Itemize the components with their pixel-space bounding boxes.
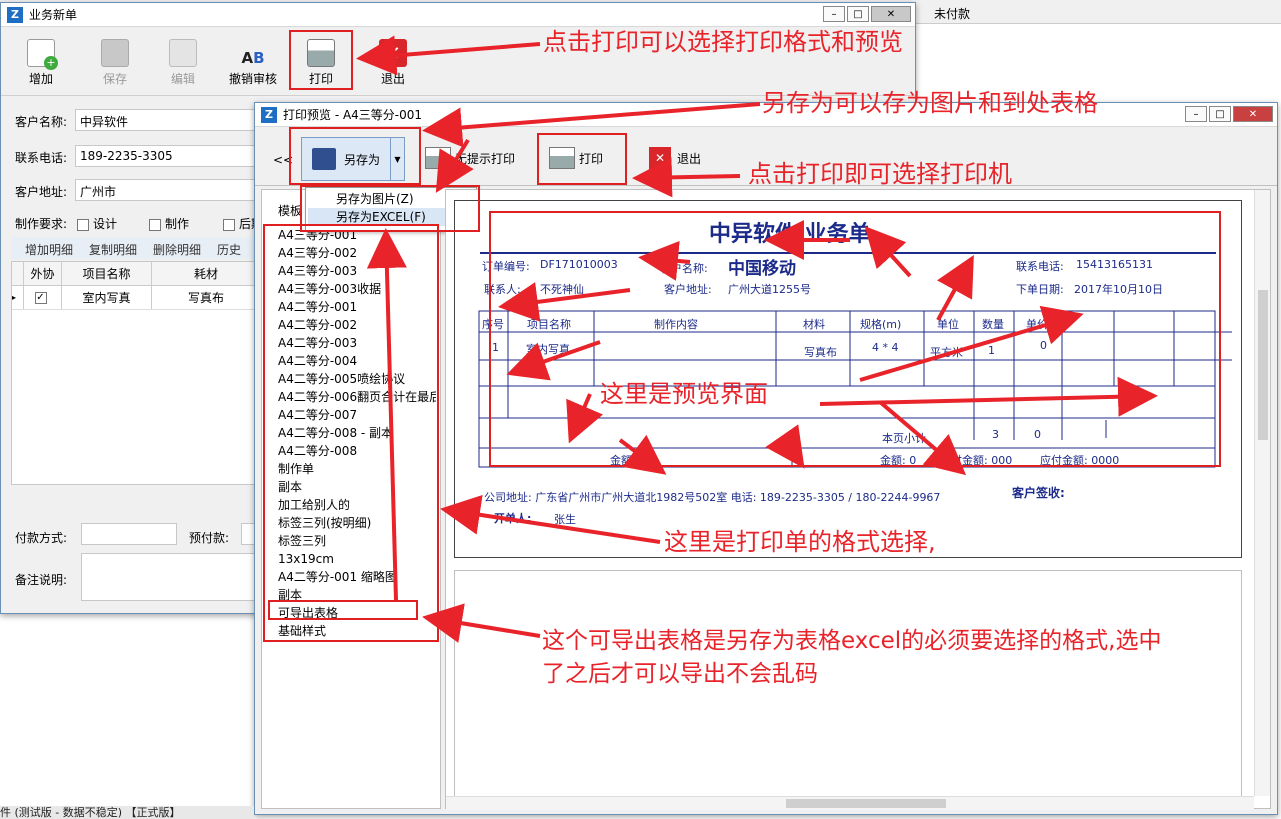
design-checkbox[interactable]: 设计 [77, 215, 117, 232]
highlight-save-as [289, 127, 421, 185]
table-row[interactable]: ▸ ✓ 室内写真 写真布 [12, 286, 260, 310]
main-titlebar: Z 业务新单 – □ ✕ [1, 3, 915, 27]
make-checkbox[interactable]: 制作 [149, 215, 189, 232]
customer-signature: 客户签收: [1012, 486, 1065, 500]
template-label: 模板 [278, 204, 303, 218]
tab-delete-detail[interactable]: 删除明细 [153, 241, 201, 257]
make-checkbox-label: 制作 [165, 217, 190, 231]
highlight-exportable-template [268, 600, 418, 620]
col-outsource[interactable]: 外协 [24, 262, 62, 285]
silent-printer-icon [425, 147, 451, 169]
phone-input[interactable]: 189-2235-3305 [75, 145, 265, 167]
preview-minimize-button[interactable]: – [1185, 106, 1207, 122]
col-item-name[interactable]: 项目名称 [62, 262, 152, 285]
revoke-review-button[interactable]: AB 撤销审核 [229, 39, 277, 87]
exit-button-label: 退出 [380, 72, 405, 86]
minimize-button[interactable]: – [823, 6, 845, 22]
payment-input[interactable] [81, 523, 177, 545]
highlight-print-button [289, 30, 353, 90]
design-checkbox-label: 设计 [93, 217, 118, 231]
customer-name-input[interactable]: 中异软件 [75, 109, 265, 131]
status-bar: 件 (测试版 - 数据不稳定) 【正式版】 [0, 806, 254, 819]
col-material[interactable]: 耗材 [152, 262, 260, 285]
exit-button[interactable]: ✕ 退出 [379, 39, 407, 87]
annotation-preview-hint: 这里是预览界面 [600, 380, 768, 408]
revoke-button-label: 撤销审核 [229, 72, 278, 86]
add-document-icon: + [27, 39, 58, 70]
make-check-icon [149, 218, 161, 231]
close-button[interactable]: ✕ [871, 6, 911, 22]
silent-print-label: 无提示打印 [455, 151, 516, 166]
preview-exit-icon: ✕ [649, 147, 671, 169]
design-check-icon [77, 218, 89, 231]
highlight-preview-content [489, 211, 1221, 467]
save-disk-icon [101, 39, 129, 67]
customer-name-label: 客户名称: [15, 115, 68, 129]
ab-review-icon: AB [241, 49, 265, 67]
requirement-label: 制作要求: [15, 217, 68, 231]
outsource-check-icon[interactable]: ✓ [34, 291, 47, 304]
highlight-template-list [263, 224, 439, 642]
address-input[interactable]: 广州市 [75, 179, 265, 201]
address-label: 客户地址: [15, 185, 68, 199]
annotation-excel-hint-line2: 了之后才可以导出不会乱码 [542, 661, 818, 687]
preview-window-title: 打印预览 - A4三等分-001 [283, 108, 423, 122]
edit-button-label: 编辑 [170, 72, 195, 86]
post-check-icon [223, 218, 235, 231]
payment-label: 付款方式: [15, 531, 68, 545]
save-button-label: 保存 [102, 72, 127, 86]
add-button-label: 增加 [28, 72, 53, 86]
highlight-preview-print [537, 133, 627, 185]
tab-history[interactable]: 历史 [217, 241, 241, 257]
h-scroll-thumb[interactable] [786, 799, 946, 808]
app-logo-icon: Z [7, 6, 23, 23]
save-button[interactable]: 保存 [101, 39, 129, 87]
silent-print-button[interactable]: 无提示打印 [425, 147, 515, 169]
vertical-scrollbar[interactable] [1254, 190, 1270, 796]
cell-item: 室内写真 [62, 286, 152, 309]
note-input[interactable] [81, 553, 261, 601]
detail-tab-bar: 增加明细 复制明细 删除明细 历史 [11, 237, 261, 259]
prepay-label: 预付款: [189, 531, 230, 545]
phone-label: 联系电话: [15, 151, 68, 165]
maker: 张生 [554, 513, 576, 526]
annotation-print-hint: 点击打印可以选择打印格式和预览 [543, 28, 903, 56]
preview-logo-icon: Z [261, 106, 277, 123]
maker-label: 开单人: [494, 512, 532, 525]
preview-close-button[interactable]: ✕ [1233, 106, 1273, 122]
annotation-format-hint: 这里是打印单的格式选择, [664, 528, 936, 556]
scroll-thumb[interactable] [1258, 290, 1268, 440]
annotation-printer-hint: 点击打印即可选择打印机 [748, 160, 1012, 188]
edit-pencil-icon [169, 39, 197, 67]
preview-maximize-button[interactable]: □ [1209, 106, 1231, 122]
exit-x-icon: ✕ [379, 39, 407, 67]
cell-material: 写真布 [187, 291, 224, 305]
annotation-excel-hint-line1: 这个可导出表格是另存为表格excel的必须要选择的格式,选中 [542, 628, 1162, 654]
main-window-title: 业务新单 [29, 8, 78, 22]
tab-copy-detail[interactable]: 复制明细 [89, 241, 137, 257]
detail-grid: 外协 项目名称 耗材 ▸ ✓ 室内写真 写真布 [11, 261, 261, 485]
maximize-button[interactable]: □ [847, 6, 869, 22]
annotation-save-as-hint: 另存为可以存为图片和到处表格 [762, 89, 1098, 117]
note-label: 备注说明: [15, 573, 68, 587]
edit-button[interactable]: 编辑 [169, 39, 197, 87]
company-address: 公司地址: 广东省广州市广州大道北1982号502室 电话: 189-2235-… [484, 491, 941, 504]
preview-exit-label: 退出 [677, 151, 702, 166]
add-button[interactable]: + 增加 [27, 39, 58, 87]
unpaid-status-text: 未付款 [934, 7, 971, 21]
tab-add-detail[interactable]: 增加明细 [25, 241, 73, 257]
horizontal-scrollbar[interactable] [446, 796, 1254, 810]
preview-exit-button[interactable]: ✕ 退出 [649, 147, 701, 169]
